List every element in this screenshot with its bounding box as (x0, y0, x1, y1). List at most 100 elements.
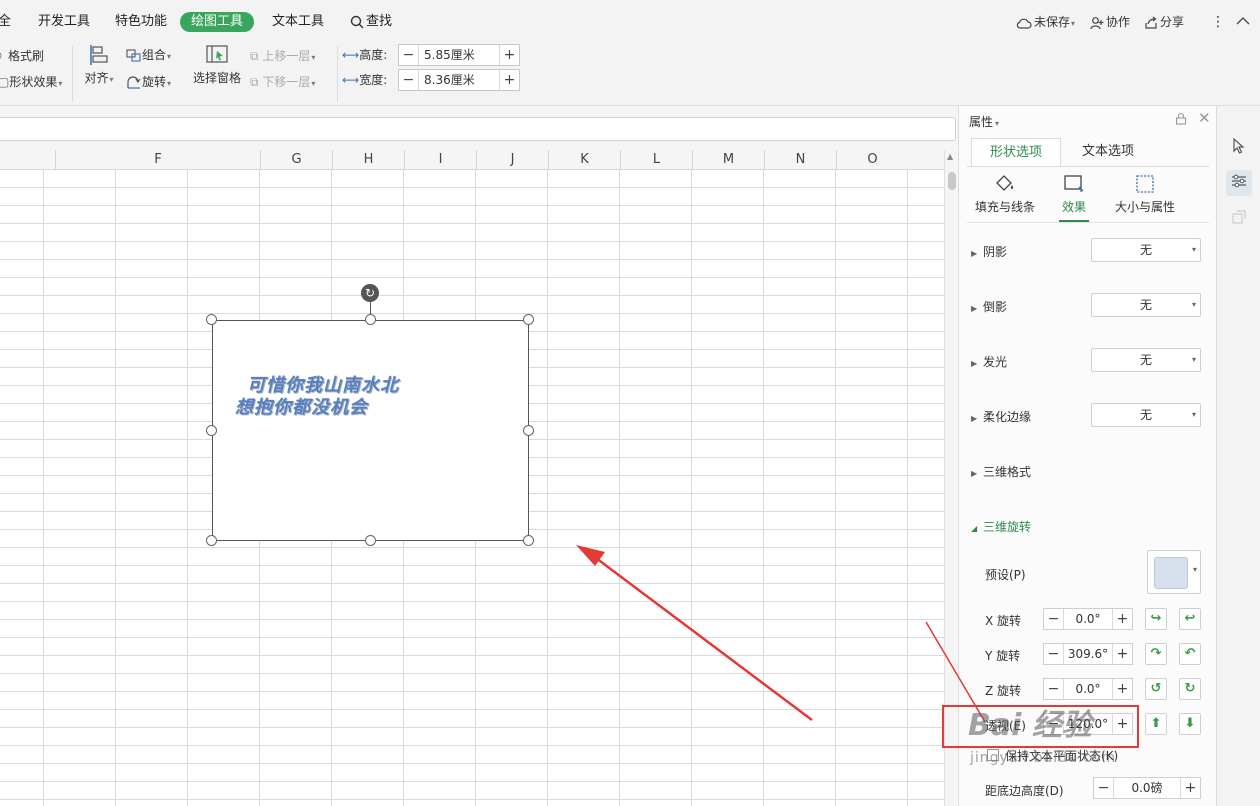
section-glow[interactable]: ▶ 发光 (971, 353, 1007, 370)
tab-shape-options[interactable]: 形状选项 (971, 138, 1061, 166)
height-increase-button[interactable]: + (499, 45, 519, 65)
z-rotation-stepper[interactable]: − 0.0° + (1043, 678, 1133, 700)
selection-pane-button[interactable]: 选择窗格 (192, 44, 242, 86)
z-rotation-decrease[interactable]: − (1044, 679, 1064, 699)
scroll-up-icon[interactable]: ▲ (947, 152, 953, 161)
selected-shape[interactable]: 可惜你我山南水北 想抱你都没机会 (212, 320, 529, 541)
column-header-i[interactable]: I (404, 150, 476, 170)
rotate-up-icon[interactable]: ↷ (1145, 643, 1167, 665)
tab-developer-tools[interactable]: 开发工具 (38, 12, 90, 32)
shape-link-icon[interactable] (1226, 206, 1252, 232)
subtab-size-properties[interactable]: 大小与属性 (1109, 174, 1181, 215)
rotate-clockwise-icon[interactable]: ↻ (1179, 678, 1201, 700)
spreadsheet-area[interactable]: F G H I J K L M N O ↻ 可惜你我山南水北 想抱你都没机会 (0, 150, 944, 806)
collapse-ribbon-icon[interactable] (1236, 12, 1250, 32)
rotate-right-icon[interactable]: ↩ (1179, 608, 1201, 630)
tab-find[interactable]: 查找 (350, 12, 392, 32)
pane-title[interactable]: 属性 ▾ (969, 113, 999, 130)
subtab-effects[interactable]: 效果 (1057, 174, 1091, 215)
distance-decrease[interactable]: − (1094, 778, 1114, 798)
narrow-field-icon[interactable]: ⬆ (1145, 713, 1167, 735)
z-rotation-increase[interactable]: + (1112, 679, 1132, 699)
resize-handle-left[interactable] (206, 425, 217, 436)
perspective-increase[interactable]: + (1112, 714, 1132, 734)
width-stepper[interactable]: − 8.36厘米 + (398, 69, 520, 91)
distance-increase[interactable]: + (1180, 778, 1200, 798)
resize-handle-top[interactable] (365, 314, 376, 325)
align-button[interactable]: 对齐▾ (82, 44, 116, 88)
column-header-f[interactable]: F (55, 150, 260, 170)
bring-forward-button[interactable]: ⧉ 上移一层▾ (250, 48, 315, 66)
resize-handle-top-right[interactable] (523, 314, 534, 325)
unsaved-button[interactable]: 未保存▾ (1016, 12, 1075, 32)
soft-edges-dropdown[interactable]: 无 ▾ (1091, 403, 1201, 427)
column-header-n[interactable]: N (764, 150, 836, 170)
widen-field-icon[interactable]: ⬇ (1179, 713, 1201, 735)
tab-drawing-tools[interactable]: 绘图工具 (180, 12, 255, 32)
distance-value[interactable]: 0.0磅 (1114, 778, 1180, 798)
shadow-dropdown[interactable]: 无 ▾ (1091, 238, 1201, 262)
rotate-icon (127, 75, 141, 89)
width-value[interactable]: 8.36厘米 (419, 70, 499, 90)
lock-icon[interactable] (1175, 112, 1187, 129)
tab-partial[interactable]: 全 (0, 12, 11, 32)
formula-input[interactable] (0, 117, 956, 141)
resize-handle-top-left[interactable] (206, 314, 217, 325)
resize-handle-bottom[interactable] (365, 535, 376, 546)
section-reflection[interactable]: ▶ 倒影 (971, 298, 1007, 315)
x-rotation-decrease[interactable]: − (1044, 609, 1064, 629)
y-rotation-stepper[interactable]: − 309.6° + (1043, 643, 1133, 665)
glow-dropdown[interactable]: 无 ▾ (1091, 348, 1201, 372)
height-decrease-button[interactable]: − (399, 45, 419, 65)
y-rotation-increase[interactable]: + (1112, 644, 1132, 664)
resize-handle-bottom-left[interactable] (206, 535, 217, 546)
column-header-o[interactable]: O (836, 150, 908, 170)
x-rotation-stepper[interactable]: − 0.0° + (1043, 608, 1133, 630)
rotate-counterclockwise-icon[interactable]: ↺ (1145, 678, 1167, 700)
width-increase-button[interactable]: + (499, 70, 519, 90)
y-rotation-value[interactable]: 309.6° (1064, 644, 1112, 664)
tab-text-options[interactable]: 文本选项 (1063, 138, 1153, 166)
rotate-left-icon[interactable]: ↪ (1145, 608, 1167, 630)
distance-stepper[interactable]: − 0.0磅 + (1093, 777, 1201, 799)
send-backward-button[interactable]: ⧉ 下移一层▾ (250, 74, 315, 92)
section-soft-edges[interactable]: ▶ 柔化边缘 (971, 408, 1031, 425)
height-stepper[interactable]: − 5.85厘米 + (398, 44, 520, 66)
section-shadow[interactable]: ▶ 阴影 (971, 243, 1007, 260)
x-rotation-increase[interactable]: + (1112, 609, 1132, 629)
tab-text-tools[interactable]: 文本工具 (272, 12, 324, 32)
height-value[interactable]: 5.85厘米 (419, 45, 499, 65)
subtab-fill-line[interactable]: 填充与线条 (973, 174, 1037, 215)
column-header-j[interactable]: J (476, 150, 548, 170)
share-button[interactable]: 分享 (1144, 12, 1184, 32)
column-header-h[interactable]: H (332, 150, 404, 170)
select-cursor-icon[interactable] (1226, 136, 1252, 162)
resize-handle-bottom-right[interactable] (523, 535, 534, 546)
width-decrease-button[interactable]: − (399, 70, 419, 90)
column-header-g[interactable]: G (260, 150, 332, 170)
more-options-icon[interactable]: ⋮ (1211, 12, 1225, 32)
y-rotation-decrease[interactable]: − (1044, 644, 1064, 664)
collab-button[interactable]: 协作 (1090, 12, 1130, 32)
rotate-handle-icon[interactable]: ↻ (361, 284, 379, 302)
format-painter-button[interactable]: 》格式刷 (0, 48, 44, 64)
shape-effect-button[interactable]: ▢形状效果▾ (0, 74, 62, 92)
tab-special-features[interactable]: 特色功能 (115, 12, 167, 32)
column-header-k[interactable]: K (548, 150, 620, 170)
reflection-dropdown[interactable]: 无 ▾ (1091, 293, 1201, 317)
preset-dropdown[interactable]: ▾ (1147, 550, 1201, 594)
resize-handle-right[interactable] (523, 425, 534, 436)
properties-settings-icon[interactable] (1226, 170, 1252, 196)
section-3d-format[interactable]: ▶ 三维格式 (971, 463, 1031, 480)
z-rotation-value[interactable]: 0.0° (1064, 679, 1112, 699)
x-rotation-value[interactable]: 0.0° (1064, 609, 1112, 629)
rotate-button[interactable]: 旋转▾ (126, 74, 171, 92)
close-icon[interactable]: ✕ (1198, 109, 1211, 127)
group-button[interactable]: 组合▾ (126, 47, 171, 65)
rotate-down-icon[interactable]: ↶ (1179, 643, 1201, 665)
column-header-l[interactable]: L (620, 150, 692, 170)
vertical-scrollbar[interactable]: ▲ (944, 150, 958, 806)
section-3d-rotation[interactable]: ◢ 三维旋转 (971, 518, 1031, 535)
scrollbar-thumb[interactable] (948, 172, 956, 190)
column-header-m[interactable]: M (692, 150, 764, 170)
